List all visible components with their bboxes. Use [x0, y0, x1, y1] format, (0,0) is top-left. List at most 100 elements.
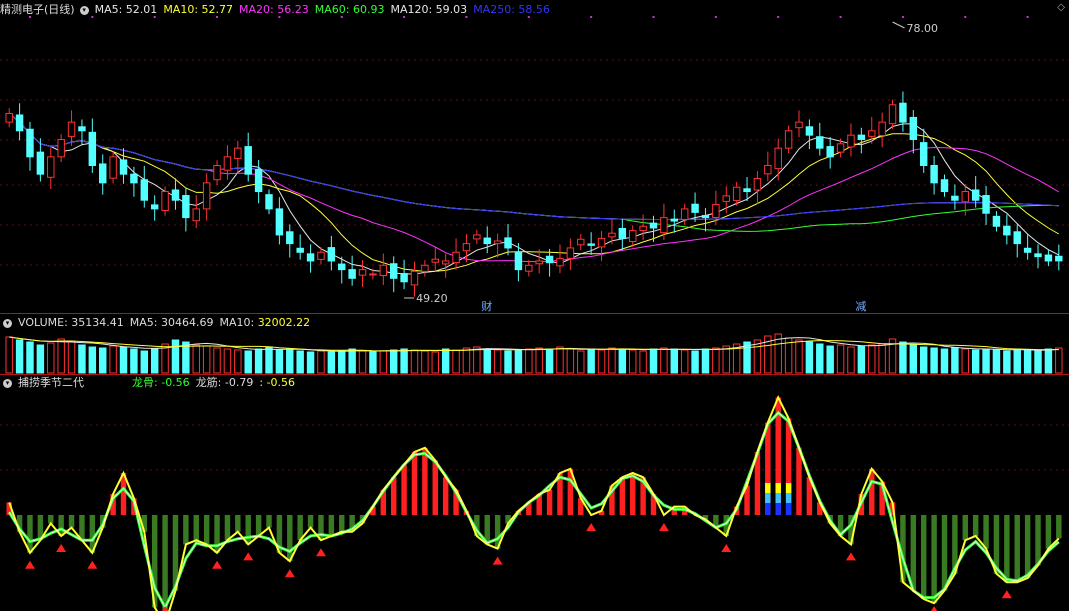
candle-body: [161, 191, 169, 211]
candle-body: [899, 102, 907, 123]
candle-body: [971, 189, 980, 201]
candle-body: [1003, 225, 1011, 236]
volume-bar: [192, 344, 200, 374]
volume-bar: [254, 348, 263, 374]
volume-bar: [99, 347, 107, 374]
volume-bar: [47, 342, 55, 374]
candle-body: [36, 151, 45, 175]
candle-body: [275, 208, 284, 236]
indicator-bar: [193, 515, 199, 541]
signal-dot: [340, 16, 343, 18]
indicator-bar: [287, 515, 293, 562]
candle-body: [317, 251, 325, 260]
volume-bar: [400, 348, 408, 374]
candle-body: [680, 208, 689, 220]
volume-bar: [234, 349, 242, 374]
indicator-bar: [630, 473, 636, 515]
buy-signal-triangle: [586, 523, 597, 531]
signal-dot: [714, 16, 717, 18]
candle-body: [795, 121, 803, 129]
volume-bar: [317, 350, 325, 374]
candle-body: [369, 273, 377, 276]
indicator-bar-yellow: [775, 483, 781, 493]
indicator-bar: [68, 515, 75, 528]
volume-bar: [1034, 350, 1042, 374]
candle-body: [732, 186, 741, 202]
signal-dot: [777, 16, 780, 18]
candle-body: [452, 251, 460, 264]
candle-body: [421, 264, 429, 272]
signal-dot: [465, 16, 468, 18]
buy-signal-triangle: [492, 556, 503, 565]
candle-body: [597, 237, 606, 248]
volume-bar: [441, 348, 450, 374]
buy-signal-triangle: [930, 606, 938, 611]
event-label: 减: [855, 300, 866, 313]
candle-body: [431, 258, 439, 263]
candle-body: [857, 134, 866, 140]
volume-bar: [431, 351, 439, 374]
candle-body: [774, 147, 782, 170]
candle-body: [244, 146, 252, 175]
volume-bar: [670, 348, 679, 374]
volume-bar: [1044, 348, 1053, 374]
candle-body: [78, 126, 86, 132]
candle-body: [400, 273, 408, 283]
candle-body: [473, 234, 481, 240]
indicator-bar: [203, 515, 210, 545]
volume-bar: [857, 345, 866, 374]
volume-bar: [119, 346, 128, 374]
candle-body: [712, 204, 720, 219]
buy-signal-triangle: [845, 552, 856, 561]
candle-body: [1023, 247, 1032, 253]
indicator-bar: [255, 515, 262, 536]
indicator-bar-cyan: [775, 493, 781, 503]
candle-body: [919, 142, 928, 167]
volume-bar: [389, 349, 398, 374]
volume-bar: [649, 348, 658, 374]
candle-body: [223, 156, 232, 171]
volume-bar: [5, 336, 13, 374]
volume-bar: [338, 350, 346, 374]
ma20-line: [8, 113, 1060, 263]
volume-bar: [545, 348, 554, 374]
volume-bar: [504, 350, 512, 374]
volume-bar: [992, 349, 1001, 374]
indicator-bar: [401, 464, 407, 515]
indicator-bar: [339, 515, 345, 532]
indicator-bar: [422, 447, 428, 515]
candle-body: [629, 230, 637, 243]
volume-bar: [525, 348, 533, 374]
candle-body: [1055, 255, 1063, 262]
indicator-bar: [796, 447, 802, 515]
candle-body: [826, 146, 834, 158]
indicator-bar: [328, 515, 335, 536]
indicator-bar-yellow: [765, 483, 771, 493]
indicator-bar: [442, 477, 449, 515]
candle-body: [202, 182, 211, 210]
candle-body: [992, 215, 1001, 227]
signal-dot: [590, 16, 593, 18]
candle-body: [182, 195, 190, 219]
indicator-bar: [962, 515, 968, 541]
volume-bar: [961, 348, 969, 374]
buy-signal-triangle: [87, 560, 98, 569]
candle-body: [254, 168, 263, 193]
volume-bar: [1003, 350, 1011, 374]
candle-body: [816, 136, 824, 149]
candle-body: [483, 237, 491, 245]
candle-body: [389, 263, 398, 279]
candle-body: [805, 126, 814, 136]
candle-body: [764, 165, 772, 175]
candle-body: [909, 116, 918, 140]
volume-bar: [213, 347, 221, 374]
buy-signal-triangle: [56, 544, 67, 552]
candle-body: [130, 173, 138, 184]
volume-bar: [410, 349, 419, 374]
indicator-bar: [266, 515, 272, 528]
volume-bars: [5, 333, 1063, 374]
buy-signal-triangle: [24, 560, 35, 569]
volume-bar: [712, 347, 720, 374]
candle-body: [338, 263, 346, 271]
candle-body: [784, 130, 793, 149]
